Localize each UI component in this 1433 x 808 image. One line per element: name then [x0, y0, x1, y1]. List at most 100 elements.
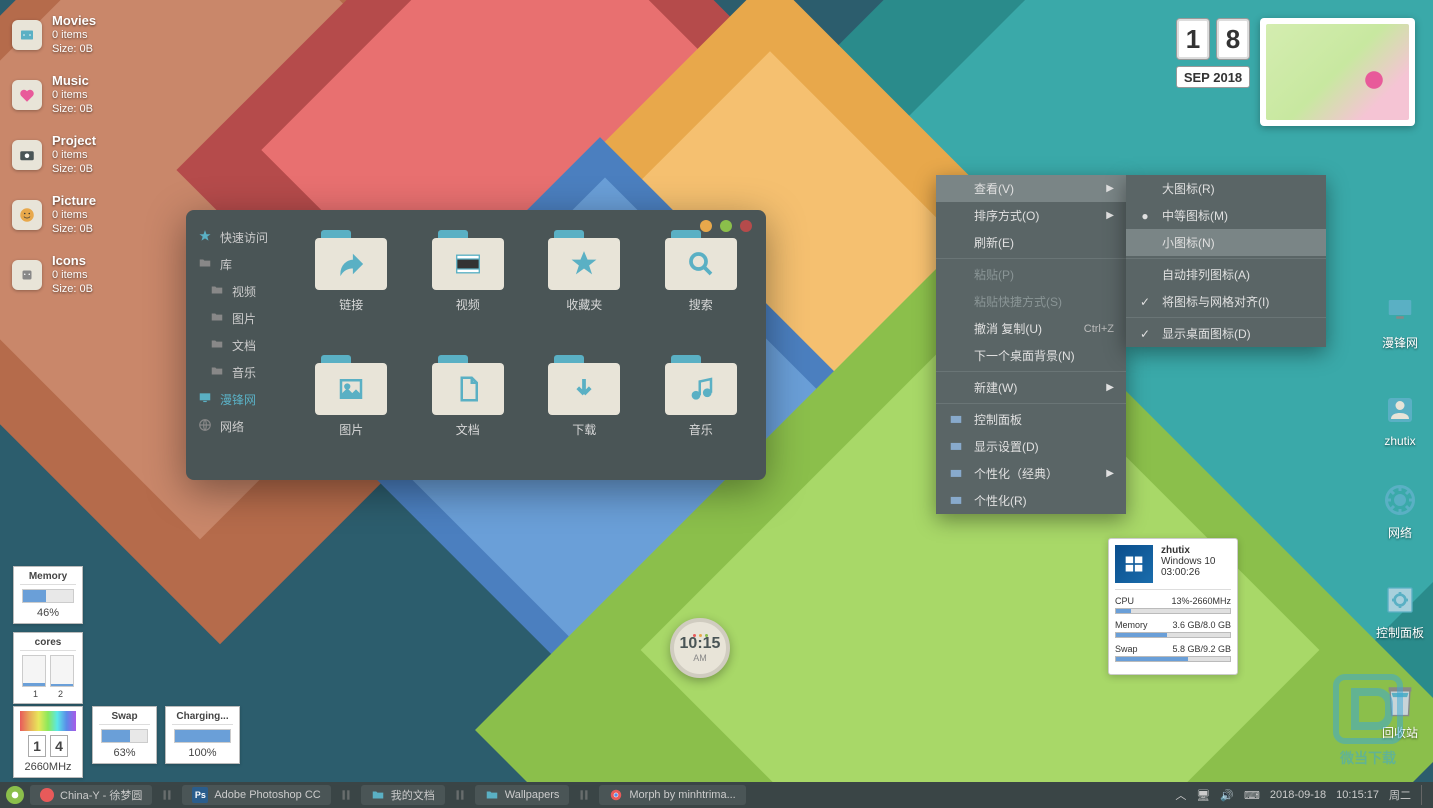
desktop-icon-0[interactable]: 漫锋网	[1365, 290, 1433, 351]
menu-item[interactable]: ●中等图标(M)	[1126, 202, 1326, 229]
watermark-logo-icon	[1333, 674, 1403, 744]
file-manager-window[interactable]: 快速访问库视频图片文档音乐漫锋网网络 链接视频收藏夹搜索图片文档下载音乐	[186, 210, 766, 480]
calendar-day-2: 8	[1216, 18, 1250, 60]
folder-icon	[210, 283, 224, 300]
analog-clock-widget: 10:15 AM	[670, 618, 730, 678]
taskbar-day[interactable]: 周二	[1389, 787, 1411, 803]
desktop-folder-movies[interactable]: Movies0 itemsSize: 0B	[12, 14, 96, 56]
widget-title: Charging...	[172, 711, 233, 725]
folder-star[interactable]: 收藏夹	[531, 230, 638, 347]
folder-music[interactable]: 音乐	[648, 355, 755, 472]
folder-doc[interactable]: 文档	[415, 355, 522, 472]
folder-icon	[210, 337, 224, 354]
menu-item[interactable]: 下一个桌面背景(N)	[936, 342, 1126, 369]
photo-frame-widget	[1260, 18, 1415, 126]
folder-video[interactable]: 视频	[415, 230, 522, 347]
desktop-folder-picture[interactable]: Picture0 itemsSize: 0B	[12, 194, 96, 236]
chevron-right-icon: ▶	[1106, 210, 1114, 221]
settings-icon	[948, 439, 964, 455]
music-icon	[40, 788, 54, 802]
menu-item[interactable]: 大图标(R)	[1126, 175, 1326, 202]
photo-flower	[1266, 24, 1409, 120]
system-info-panel: zhutix Windows 10 03:00:26 CPU13%-2660MH…	[1108, 538, 1238, 675]
menu-item[interactable]: ✓将图标与网格对齐(I)	[1126, 288, 1326, 315]
swap-value: 63%	[99, 747, 150, 759]
taskbar-date[interactable]: 2018-09-18	[1270, 789, 1326, 801]
menu-item[interactable]: ✓显示桌面图标(D)	[1126, 320, 1326, 347]
desktop-folder-icons[interactable]: Icons0 itemsSize: 0B	[12, 254, 93, 296]
start-button[interactable]	[6, 786, 24, 804]
context-submenu-view[interactable]: 大图标(R)●中等图标(M)小图标(N) 自动排列图标(A)✓将图标与网格对齐(I…	[1126, 175, 1326, 347]
app-icon: Ps	[192, 787, 208, 803]
menu-item[interactable]: 小图标(N)	[1126, 229, 1326, 256]
menu-item[interactable]: 个性化(R)	[936, 487, 1126, 514]
menu-item[interactable]: 撤消 复制(U)Ctrl+Z	[936, 315, 1126, 342]
desktop-icon-3[interactable]: 控制面板	[1365, 580, 1433, 641]
menu-item: 粘贴(P)	[936, 261, 1126, 288]
chevron-right-icon: ▶	[1106, 382, 1114, 393]
close-icon[interactable]	[740, 220, 752, 232]
taskbar[interactable]: China-Y - 徐梦圆 PsAdobe Photoshop CC 我的文档 Wal…	[0, 782, 1433, 808]
folder-image[interactable]: 图片	[298, 355, 405, 472]
chevron-right-icon: ▶	[1106, 183, 1114, 194]
camera-icon	[12, 140, 42, 170]
menu-item[interactable]: 控制面板	[936, 406, 1126, 433]
taskbar-task[interactable]: Morph by minhtrima...	[599, 785, 745, 805]
star-icon	[198, 229, 212, 246]
menu-item: 粘贴快捷方式(S)	[936, 288, 1126, 315]
sidebar-item[interactable]: 视频	[198, 278, 274, 305]
context-menu-desktop[interactable]: 查看(V)▶排序方式(O)▶刷新(E) 粘贴(P)粘贴快捷方式(S)撤消 复制(U…	[936, 175, 1126, 514]
desktop-folder-project[interactable]: Project0 itemsSize: 0B	[12, 134, 96, 176]
memory-widget: Memory 46%	[13, 566, 83, 624]
tray-monitor-icon[interactable]: 🖥	[1196, 789, 1210, 802]
menu-item[interactable]: 刷新(E)	[936, 229, 1126, 256]
watermark: 微当下载	[1333, 674, 1403, 768]
sidebar-item[interactable]: 漫锋网	[198, 386, 274, 413]
sidebar-item[interactable]: 图片	[198, 305, 274, 332]
watermark-text: 微当下载	[1333, 748, 1403, 768]
clock-ampm: AM	[693, 653, 707, 663]
tray-volume-icon[interactable]: 🔊	[1220, 789, 1234, 802]
taskbar-task[interactable]: PsAdobe Photoshop CC	[182, 785, 330, 805]
chrome-icon	[609, 788, 623, 802]
folder-icon	[210, 310, 224, 327]
menu-item[interactable]: 排序方式(O)▶	[936, 202, 1126, 229]
desktop-icon-1[interactable]: zhutix	[1365, 390, 1433, 448]
sidebar-item[interactable]: 快速访问	[198, 224, 274, 251]
menu-item[interactable]: 个性化（经典）▶	[936, 460, 1126, 487]
robot-icon	[12, 260, 42, 290]
sidebar-item[interactable]: 网络	[198, 413, 274, 440]
sys-user: zhutix	[1161, 545, 1215, 556]
menu-item[interactable]: 查看(V)▶	[936, 175, 1126, 202]
folder-download[interactable]: 下载	[531, 355, 638, 472]
desktop-folder-music[interactable]: Music0 itemsSize: 0B	[12, 74, 93, 116]
desktop-icon-glyph	[1380, 580, 1420, 620]
calendar-widget: 1 8 SEP 2018	[1176, 18, 1250, 88]
show-desktop[interactable]	[1421, 785, 1427, 805]
taskbar-task[interactable]: China-Y - 徐梦圆	[30, 785, 152, 805]
system-tray[interactable]: ︿ 🖥 🔊 ⌨ 2018-09-18 10:15:17 周二	[1175, 785, 1427, 805]
settings-icon	[948, 466, 964, 482]
folder-share[interactable]: 链接	[298, 230, 405, 347]
taskbar-task[interactable]: 我的文档	[361, 785, 445, 805]
sidebar-item[interactable]: 库	[198, 251, 274, 278]
heart-icon	[12, 80, 42, 110]
widget-title: Swap	[99, 711, 150, 725]
sidebar-item[interactable]: 音乐	[198, 359, 274, 386]
globe-icon	[198, 418, 212, 435]
tray-chevron-icon[interactable]: ︿	[1175, 787, 1186, 803]
menu-item[interactable]: 自动排列图标(A)	[1126, 261, 1326, 288]
folder-icon	[485, 788, 499, 802]
tray-keyboard-icon[interactable]: ⌨	[1244, 789, 1260, 802]
folder-search[interactable]: 搜索	[648, 230, 755, 347]
menu-item[interactable]: 显示设置(D)	[936, 433, 1126, 460]
settings-icon	[948, 412, 964, 428]
fm-sidebar: 快速访问库视频图片文档音乐漫锋网网络	[186, 210, 286, 480]
taskbar-task[interactable]: Wallpapers	[475, 785, 570, 805]
sidebar-item[interactable]: 文档	[198, 332, 274, 359]
chevron-right-icon: ▶	[1106, 468, 1114, 479]
taskbar-time[interactable]: 10:15:17	[1336, 789, 1379, 801]
desktop-icon-2[interactable]: 网络	[1365, 480, 1433, 541]
charging-widget: Charging... 100%	[165, 706, 240, 764]
menu-item[interactable]: 新建(W)▶	[936, 374, 1126, 401]
